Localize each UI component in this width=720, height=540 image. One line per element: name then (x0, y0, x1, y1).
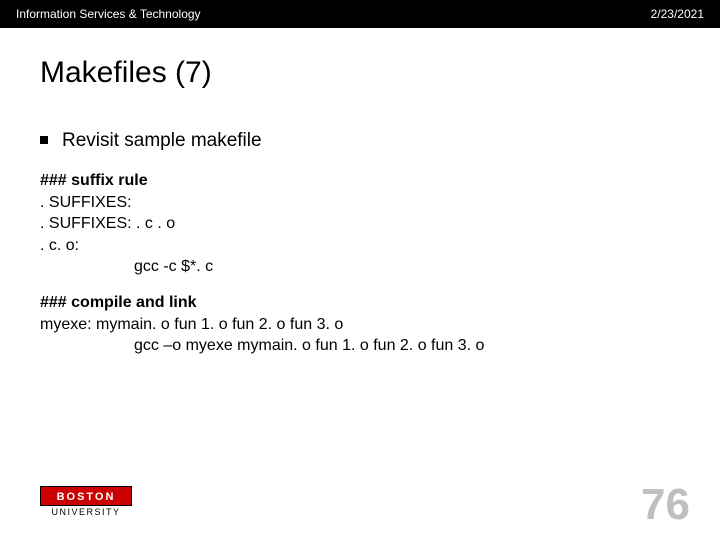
logo-top-text: BOSTON (40, 486, 132, 506)
code-line: ### compile and link (40, 292, 720, 314)
boston-university-logo: BOSTON UNIVERSITY (40, 486, 132, 518)
code-line: gcc –o myexe mymain. o fun 1. o fun 2. o… (40, 335, 720, 357)
header-left: Information Services & Technology (16, 7, 201, 21)
bullet-text: Revisit sample makefile (62, 130, 262, 152)
slide-title: Makefiles (7) (40, 56, 720, 90)
header-bar: Information Services & Technology 2/23/2… (0, 0, 720, 28)
page-number: 76 (641, 480, 690, 530)
bullet-square-icon (40, 136, 48, 144)
code-spacer (40, 278, 720, 292)
code-line: gcc -c $*. c (40, 256, 720, 278)
bullet-item: Revisit sample makefile (40, 130, 720, 152)
code-block: ### suffix rule . SUFFIXES: . SUFFIXES: … (40, 170, 720, 357)
code-line: . SUFFIXES: (40, 192, 720, 214)
code-line: . SUFFIXES: . c . o (40, 213, 720, 235)
code-indent-text: gcc -c $*. c (40, 256, 213, 278)
header-date: 2/23/2021 (651, 7, 704, 21)
logo-bottom-text: UNIVERSITY (40, 507, 132, 517)
code-line: ### suffix rule (40, 170, 720, 192)
code-line: . c. o: (40, 235, 720, 257)
slide-content: Revisit sample makefile ### suffix rule … (40, 130, 720, 357)
code-line: myexe: mymain. o fun 1. o fun 2. o fun 3… (40, 314, 720, 336)
code-indent-text: gcc –o myexe mymain. o fun 1. o fun 2. o… (40, 335, 484, 357)
